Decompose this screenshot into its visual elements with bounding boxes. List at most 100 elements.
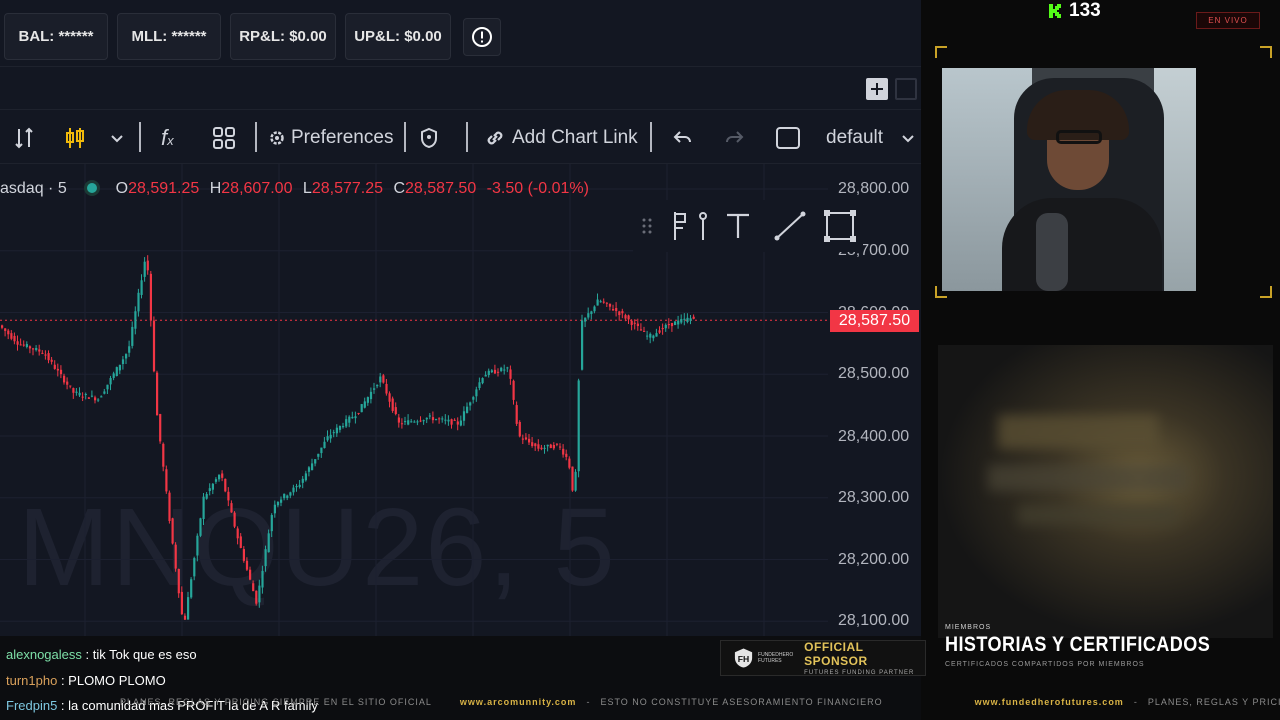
microphone: [1036, 213, 1068, 291]
candle-body: [431, 417, 435, 421]
candle-body: [475, 389, 478, 397]
chat-text: : tik Tok que es eso: [81, 647, 197, 662]
layout-select-value: default: [826, 126, 884, 148]
compare-symbols-button[interactable]: [12, 110, 36, 165]
candle-body: [121, 359, 125, 365]
live-badge: EN VIVO: [1196, 12, 1260, 29]
candle-body: [441, 418, 444, 420]
maximize-panel-button[interactable]: [895, 78, 917, 100]
add-chart-link-button[interactable]: Add Chart Link: [484, 110, 638, 165]
candle-body: [512, 380, 515, 400]
flag-pin-icon[interactable]: [671, 210, 711, 242]
candle-body: [41, 352, 44, 354]
candle-body: [286, 495, 289, 499]
candle-body: [354, 416, 357, 419]
candle-body: [549, 444, 552, 449]
candle-body: [413, 421, 416, 423]
drag-handle-icon[interactable]: [641, 216, 653, 236]
candle-body: [87, 397, 90, 399]
text-tool-icon[interactable]: [725, 212, 751, 240]
candle-body: [419, 420, 422, 422]
candle-body: [391, 398, 394, 411]
fullscreen-button[interactable]: [775, 110, 801, 165]
candle-body: [72, 388, 75, 393]
candle-body: [618, 311, 621, 316]
candle-body: [627, 315, 630, 320]
realized-pnl-badge[interactable]: RP&L: $0.00: [230, 13, 336, 60]
candle-body: [149, 273, 152, 321]
panel-header: [0, 67, 921, 109]
protection-button[interactable]: [419, 110, 439, 165]
info-button[interactable]: [463, 18, 501, 56]
candle-body: [590, 311, 593, 315]
shield-icon: [421, 127, 437, 148]
candle-body: [218, 474, 221, 480]
chart-type-button[interactable]: [62, 110, 88, 165]
candle-body: [630, 320, 633, 325]
candle-body: [521, 438, 524, 440]
preferences-button[interactable]: Preferences: [268, 110, 393, 165]
candle-body: [118, 364, 121, 371]
candle-body: [317, 453, 320, 457]
trend-line-icon[interactable]: [773, 210, 807, 242]
candle-body: [584, 317, 587, 322]
candle-body: [273, 504, 276, 514]
price-chart[interactable]: MNQU26, 5 asdaq · 5 O28,591.25 H28,607.0…: [0, 164, 921, 636]
candle-body: [134, 311, 137, 329]
candle-body: [484, 374, 487, 377]
candle-body: [450, 419, 453, 425]
candle-body: [332, 432, 335, 434]
candle-body: [159, 414, 162, 442]
unrealized-pnl-badge[interactable]: UP&L: $0.00: [345, 13, 451, 60]
high-label: H: [209, 180, 222, 197]
candle-body: [639, 329, 643, 331]
candle-body: [329, 434, 332, 439]
candle-body: [497, 371, 500, 373]
webcam-feed: [942, 68, 1196, 291]
candle-body: [66, 381, 69, 385]
mll-badge[interactable]: MLL: ******: [117, 13, 221, 60]
streamer-body: [1002, 198, 1162, 291]
redo-button[interactable]: [723, 110, 745, 165]
candle-body: [1, 325, 4, 328]
indicators-button[interactable]: fx: [161, 110, 174, 165]
redo-icon: [726, 130, 744, 143]
price-axis-label: 28,500.00: [838, 365, 910, 382]
chevron-down-icon: [111, 134, 123, 142]
candle-body: [587, 313, 590, 318]
candle-body: [686, 317, 689, 322]
chat-text: : PLOMO PLOMO: [57, 673, 166, 688]
candle-body: [187, 597, 190, 620]
candle-body: [385, 383, 388, 394]
candle-body: [137, 292, 140, 312]
candle-body: [13, 335, 16, 342]
candle-body: [540, 447, 543, 450]
add-panel-button[interactable]: [866, 78, 888, 100]
candle-body: [568, 458, 571, 468]
candle-body: [323, 441, 326, 449]
candle-body: [84, 393, 87, 395]
candle-body: [177, 568, 180, 594]
candle-body: [258, 585, 261, 603]
candle-body: [612, 309, 615, 311]
candle-body: [453, 419, 456, 421]
layouts-button[interactable]: [212, 110, 236, 165]
candle-body: [227, 491, 230, 501]
sponsor-title: OFFICIAL SPONSOR: [804, 640, 868, 668]
balance-badge[interactable]: BAL: ******: [4, 13, 108, 60]
layout-select[interactable]: default: [826, 110, 915, 165]
candle-body: [596, 299, 599, 306]
candle-body: [81, 396, 84, 398]
candle-body: [4, 328, 7, 331]
chart-type-dropdown[interactable]: [109, 110, 125, 165]
rectangle-tool-icon[interactable]: [823, 209, 857, 243]
candle-body: [301, 478, 304, 483]
candle-body: [205, 493, 208, 499]
undo-button[interactable]: [672, 110, 694, 165]
candle-body: [509, 369, 512, 379]
open-value: 28,591.25: [128, 180, 200, 197]
candle-body: [404, 421, 407, 423]
candle-body: [493, 369, 497, 374]
chat-message: alexnogaless : tik Tok que es eso: [6, 647, 197, 662]
candle-body: [363, 401, 366, 408]
